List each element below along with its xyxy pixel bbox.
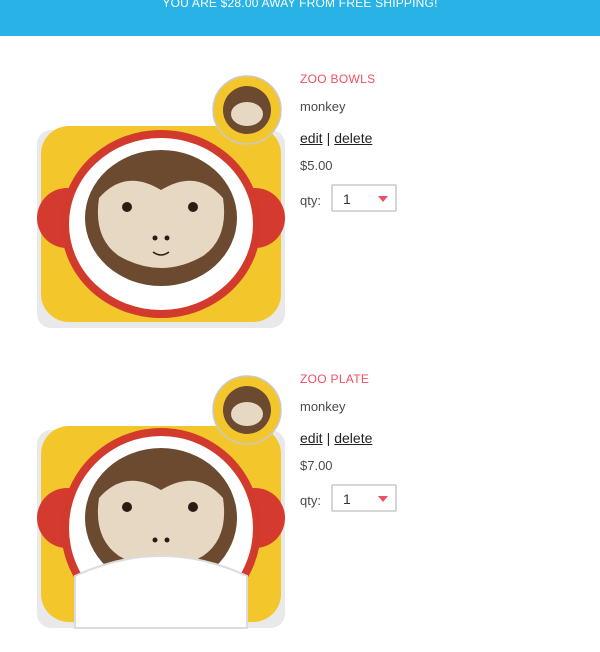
quantity-value: 1 xyxy=(343,191,351,207)
edit-link[interactable]: edit xyxy=(300,430,323,446)
product-name[interactable]: ZOO BOWLS xyxy=(300,72,375,86)
cart-item: ZOO BOWLS monkey edit | delete $5.00 qty: … xyxy=(0,52,600,352)
delete-link[interactable]: delete xyxy=(334,130,372,146)
quantity-value: 1 xyxy=(343,491,351,507)
action-separator: | xyxy=(326,130,331,146)
product-price: $5.00 xyxy=(300,158,333,173)
quantity-select[interactable]: 1 xyxy=(331,484,397,512)
product-thumbnail-plate[interactable] xyxy=(15,368,285,638)
item-actions: edit | delete xyxy=(300,130,372,146)
quantity-select[interactable]: 1 xyxy=(331,184,397,212)
free-shipping-banner: YOU ARE $28.00 AWAY FROM FREE SHIPPING! xyxy=(0,0,600,36)
product-name[interactable]: ZOO PLATE xyxy=(300,372,369,386)
delete-link[interactable]: delete xyxy=(334,430,372,446)
free-shipping-message: YOU ARE $28.00 AWAY FROM FREE SHIPPING! xyxy=(162,0,438,10)
action-separator: | xyxy=(326,430,331,446)
product-thumbnail-bowl[interactable] xyxy=(15,68,285,338)
product-variant: monkey xyxy=(300,99,346,114)
quantity-label: qty: xyxy=(300,193,321,208)
item-actions: edit | delete xyxy=(300,430,372,446)
product-variant: monkey xyxy=(300,399,346,414)
quantity-label: qty: xyxy=(300,493,321,508)
chevron-down-icon xyxy=(378,196,388,202)
edit-link[interactable]: edit xyxy=(300,130,323,146)
product-price: $7.00 xyxy=(300,458,333,473)
cart-item: ZOO PLATE monkey edit | delete $7.00 qty: … xyxy=(0,352,600,652)
chevron-down-icon xyxy=(378,496,388,502)
